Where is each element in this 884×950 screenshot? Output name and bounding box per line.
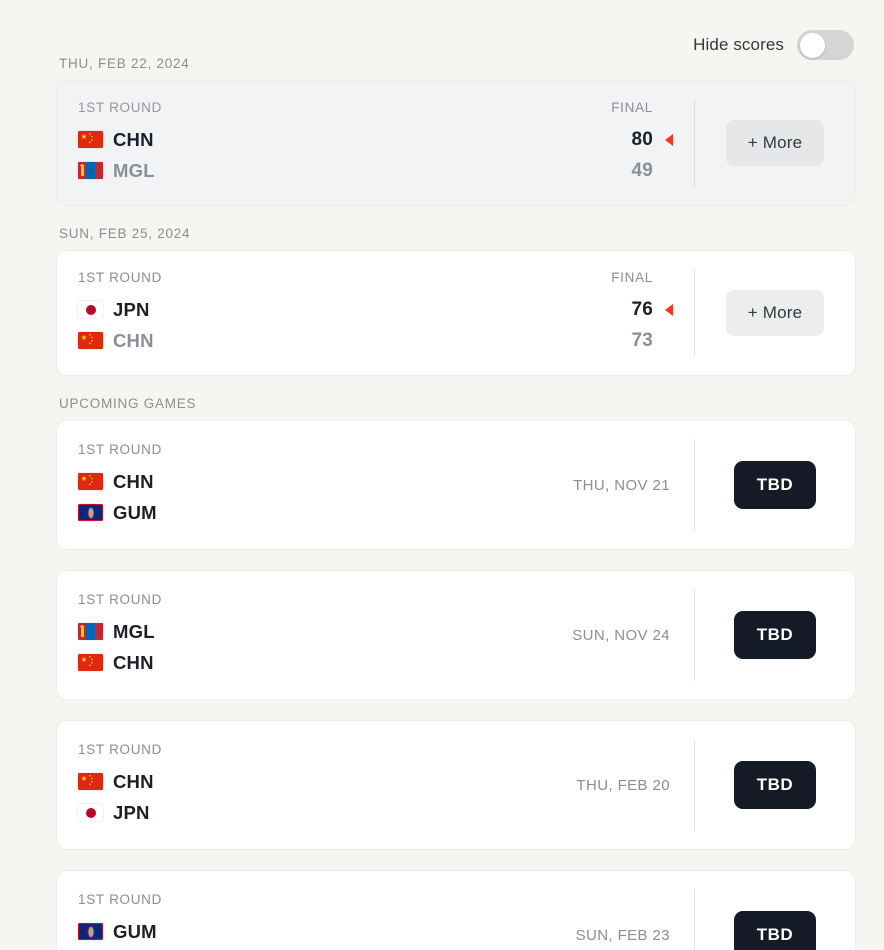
- schedule-page: Hide scores THU, FEB 22, 2024 1ST ROUND CH…: [0, 0, 884, 950]
- game-date-column: THU, FEB 20: [576, 721, 670, 849]
- tbd-button[interactable]: TBD: [733, 611, 817, 659]
- hide-scores-label: Hide scores: [693, 35, 784, 54]
- team-abbreviation: MGL: [113, 159, 155, 181]
- team-score: 76: [631, 298, 653, 320]
- score-row: 76: [543, 294, 673, 325]
- game-date: SUN, NOV 24: [572, 626, 670, 644]
- gum-flag-icon: [78, 923, 103, 940]
- game-action-column: TBD: [695, 571, 855, 699]
- game-date-column: SUN, FEB 23: [576, 871, 670, 950]
- toggle-knob: [799, 32, 825, 58]
- mgl-flag-icon: [78, 623, 103, 640]
- score-column: FINAL 80 49: [543, 100, 673, 186]
- team-abbreviation: CHN: [113, 329, 154, 351]
- game-status-label: FINAL: [611, 100, 653, 115]
- team-abbreviation: CHN: [113, 770, 154, 792]
- team-abbreviation: CHN: [113, 651, 154, 673]
- team-abbreviation: CHN: [113, 128, 154, 150]
- jpn-flag-icon: [78, 804, 103, 821]
- chn-flag-icon: [78, 332, 103, 349]
- team-score: 73: [631, 329, 653, 351]
- game-card[interactable]: 1ST ROUND MGL CHN SUN, NOV 24 TBD: [56, 570, 856, 700]
- tbd-button[interactable]: TBD: [733, 911, 817, 950]
- game-date: THU, FEB 20: [576, 776, 670, 794]
- section-header: UPCOMING GAMES: [59, 396, 197, 411]
- game-card[interactable]: 1ST ROUND JPN CHN FINAL 76 73 + More: [56, 250, 856, 376]
- score-row: 80: [543, 124, 673, 155]
- team-score: 49: [631, 159, 653, 181]
- more-button[interactable]: + More: [725, 290, 825, 336]
- game-date-column: SUN, NOV 24: [572, 571, 670, 699]
- mgl-flag-icon: [78, 162, 103, 179]
- game-date: SUN, FEB 23: [575, 926, 670, 944]
- game-card[interactable]: 1ST ROUND CHN MGL FINAL 80 49 + More: [56, 80, 856, 206]
- gum-flag-icon: [78, 504, 103, 521]
- game-action-column: TBD: [695, 721, 855, 849]
- team-abbreviation: GUM: [113, 920, 157, 942]
- game-date: THU, NOV 21: [573, 476, 670, 494]
- section-header: SUN, FEB 25, 2024: [59, 226, 191, 241]
- score-column: FINAL 76 73: [543, 270, 673, 356]
- game-action-column: + More: [695, 81, 855, 205]
- winner-arrow-icon: [665, 133, 673, 146]
- team-abbreviation: JPN: [113, 298, 150, 320]
- schedule-sections: THU, FEB 22, 2024 1ST ROUND CHN MGL FINAL 80 4…: [56, 56, 856, 950]
- jpn-flag-icon: [78, 301, 103, 318]
- game-card[interactable]: 1ST ROUNDGUMCHNSUN, FEB 23TBD: [56, 870, 856, 950]
- winner-arrow-icon: [665, 303, 673, 316]
- tbd-button[interactable]: TBD: [733, 461, 817, 509]
- chn-flag-icon: [78, 131, 103, 148]
- game-action-column: + More: [695, 251, 855, 375]
- score-row: 73: [543, 325, 653, 356]
- game-action-column: TBD: [695, 421, 855, 549]
- game-card[interactable]: 1ST ROUND CHN GUM THU, NOV 21 TBD: [56, 420, 856, 550]
- section-header: THU, FEB 22, 2024: [59, 56, 190, 71]
- game-action-column: TBD: [695, 871, 855, 950]
- chn-flag-icon: [78, 654, 103, 671]
- more-button[interactable]: + More: [725, 120, 825, 166]
- team-abbreviation: CHN: [113, 470, 154, 492]
- team-abbreviation: GUM: [113, 501, 157, 523]
- chn-flag-icon: [78, 773, 103, 790]
- game-card[interactable]: 1ST ROUND CHN JPN THU, FEB 20 TBD: [56, 720, 856, 850]
- game-status-label: FINAL: [611, 270, 653, 285]
- tbd-button[interactable]: TBD: [733, 761, 817, 809]
- team-abbreviation: JPN: [113, 801, 150, 823]
- score-row: 49: [543, 155, 653, 186]
- chn-flag-icon: [78, 473, 103, 490]
- team-abbreviation: MGL: [113, 620, 155, 642]
- game-date-column: THU, NOV 21: [573, 421, 670, 549]
- team-score: 80: [631, 128, 653, 150]
